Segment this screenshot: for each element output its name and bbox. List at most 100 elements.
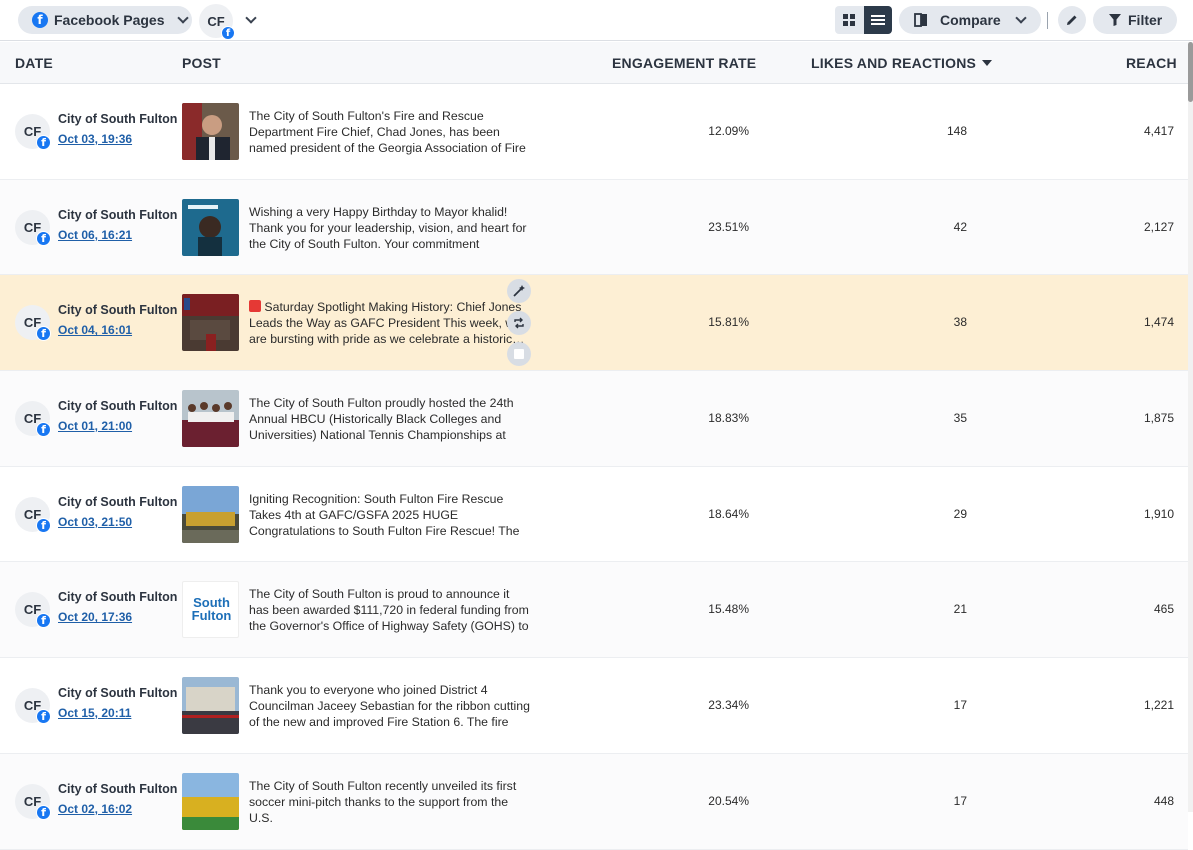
avatar: CF f bbox=[15, 305, 51, 342]
select-checkbox[interactable] bbox=[507, 342, 531, 367]
table-row[interactable]: CF f City of South Fulton Oct 15, 20:11 T… bbox=[0, 658, 1188, 754]
edit-button[interactable] bbox=[1058, 6, 1086, 34]
post-thumbnail[interactable]: South Fulton bbox=[182, 581, 239, 639]
grid-icon bbox=[843, 14, 856, 26]
likes-and-reactions: 38 bbox=[953, 315, 967, 330]
post-date-link[interactable]: Oct 03, 19:36 bbox=[58, 132, 132, 146]
repost-button[interactable] bbox=[507, 310, 531, 335]
author-name: City of South Fulton bbox=[58, 112, 178, 126]
account-selector[interactable]: CF f bbox=[199, 4, 269, 40]
toolbar: f Facebook Pages CF f Compare Filter bbox=[0, 0, 1193, 41]
post-thumbnail[interactable] bbox=[182, 198, 239, 256]
post-date-link[interactable]: Oct 15, 20:11 bbox=[58, 706, 131, 720]
likes-and-reactions: 21 bbox=[953, 602, 967, 617]
post-text: Thank you to everyone who joined Distric… bbox=[249, 683, 530, 730]
avatar: CF f bbox=[15, 783, 51, 820]
author-name: City of South Fulton bbox=[58, 303, 178, 318]
table-row[interactable]: CF f City of South Fulton Oct 02, 16:02 T… bbox=[0, 753, 1188, 850]
post-text: The City of South Fulton's Fire and Resc… bbox=[249, 109, 526, 155]
column-header-likes-and-reactions[interactable]: LIKES AND REACTIONS bbox=[811, 55, 993, 71]
post-text: The City of South Fulton is proud to ann… bbox=[249, 587, 529, 634]
post-date-link[interactable]: Oct 06, 16:21 bbox=[58, 228, 132, 242]
post-text: Igniting Recognition: South Fulton Fire … bbox=[249, 491, 520, 538]
facebook-icon: f bbox=[36, 422, 51, 438]
engagement-rate: 18.83% bbox=[708, 411, 749, 426]
table-row[interactable]: CF f City of South Fulton Oct 03, 19:36 T… bbox=[0, 84, 1188, 180]
facebook-icon: f bbox=[36, 804, 51, 820]
compare-icon bbox=[914, 13, 927, 27]
boost-button[interactable] bbox=[507, 279, 531, 304]
column-header-date[interactable]: DATE bbox=[15, 55, 53, 71]
post-thumbnail[interactable] bbox=[182, 485, 239, 543]
birthday-graphic bbox=[182, 198, 239, 256]
likes-and-reactions: 29 bbox=[953, 506, 967, 521]
fire-rescue-group-photo bbox=[182, 485, 239, 543]
list-view-button[interactable] bbox=[863, 6, 892, 34]
chevron-down-icon bbox=[176, 12, 189, 24]
row-hover-actions bbox=[507, 279, 531, 374]
post-thumbnail[interactable] bbox=[182, 294, 239, 352]
column-header-engagement-rate[interactable]: ENGAGEMENT RATE bbox=[612, 55, 756, 71]
column-header-post[interactable]: POST bbox=[182, 55, 221, 71]
chevron-down-icon bbox=[245, 12, 257, 24]
reach: 1,910 bbox=[1143, 506, 1174, 521]
chevron-down-icon bbox=[1015, 12, 1027, 24]
soccer-pitch-photo bbox=[182, 772, 239, 830]
reach: 4,417 bbox=[1143, 124, 1174, 138]
avatar: CF f bbox=[15, 496, 51, 533]
facebook-icon: f bbox=[32, 12, 48, 28]
facebook-icon: f bbox=[36, 135, 51, 150]
vertical-scrollbar[interactable] bbox=[1188, 42, 1193, 812]
ceremony-photo bbox=[182, 294, 239, 352]
post-date-link[interactable]: Oct 04, 16:01 bbox=[58, 323, 132, 337]
table-row[interactable]: CF f City of South Fulton Oct 01, 21:00 T… bbox=[0, 371, 1188, 467]
facebook-icon: f bbox=[36, 230, 51, 246]
facebook-icon: f bbox=[221, 26, 235, 40]
reach: 1,875 bbox=[1143, 411, 1174, 426]
sort-desc-icon bbox=[982, 60, 993, 66]
post-thumbnail[interactable] bbox=[182, 390, 239, 448]
table-header: DATE POST ENGAGEMENT RATE LIKES AND REAC… bbox=[0, 42, 1188, 84]
post-thumbnail[interactable] bbox=[182, 677, 239, 735]
facebook-icon: f bbox=[36, 613, 51, 629]
scrollbar-thumb[interactable] bbox=[1188, 42, 1193, 102]
column-header-reach[interactable]: REACH bbox=[1126, 55, 1177, 71]
siren-emoji-icon bbox=[249, 300, 261, 313]
facebook-icon: f bbox=[36, 709, 51, 725]
engagement-rate: 15.48% bbox=[708, 602, 749, 617]
account-avatar: CF f bbox=[199, 4, 235, 40]
author-name: City of South Fulton bbox=[58, 590, 178, 605]
compare-dropdown[interactable]: Compare bbox=[899, 6, 1041, 34]
post-date-link[interactable]: Oct 02, 16:02 bbox=[58, 802, 132, 816]
facebook-icon: f bbox=[36, 517, 51, 533]
post-date-link[interactable]: Oct 03, 21:50 bbox=[58, 515, 132, 529]
grid-view-button[interactable] bbox=[835, 6, 864, 34]
toolbar-divider bbox=[1047, 12, 1048, 29]
engagement-rate: 12.09% bbox=[708, 124, 749, 138]
source-dropdown[interactable]: f Facebook Pages bbox=[18, 6, 192, 34]
fire-chief-photo bbox=[182, 103, 239, 160]
avatar: CF f bbox=[15, 688, 51, 725]
reach: 2,127 bbox=[1143, 219, 1174, 234]
table-row[interactable]: CF f City of South Fulton Oct 06, 16:21 W… bbox=[0, 179, 1188, 276]
post-thumbnail[interactable] bbox=[182, 772, 239, 830]
reach: 1,221 bbox=[1143, 698, 1174, 713]
post-date-link[interactable]: Oct 20, 17:36 bbox=[58, 610, 132, 624]
post-date-link[interactable]: Oct 01, 21:00 bbox=[58, 419, 132, 433]
checkbox-icon bbox=[514, 349, 524, 360]
table-row[interactable]: CF f City of South Fulton Oct 20, 17:36 S… bbox=[0, 562, 1188, 659]
likes-and-reactions: 17 bbox=[953, 698, 967, 713]
post-thumbnail[interactable] bbox=[182, 103, 239, 160]
likes-and-reactions: 148 bbox=[946, 124, 967, 138]
engagement-rate: 23.34% bbox=[708, 698, 749, 713]
likes-and-reactions: 17 bbox=[953, 793, 967, 808]
table-row[interactable]: CF f City of South Fulton Oct 03, 21:50 I… bbox=[0, 466, 1188, 563]
reach: 465 bbox=[1153, 602, 1174, 617]
pencil-icon bbox=[1067, 15, 1077, 25]
filter-label: Filter bbox=[1128, 12, 1163, 28]
filter-button[interactable]: Filter bbox=[1093, 6, 1177, 34]
author-name: City of South Fulton bbox=[58, 399, 178, 414]
table-row[interactable]: CF f City of South Fulton Oct 04, 16:01 S… bbox=[0, 275, 1188, 374]
tennis-team-photo bbox=[182, 390, 239, 448]
post-text: Saturday Spotlight Making History: Chief… bbox=[249, 299, 532, 347]
